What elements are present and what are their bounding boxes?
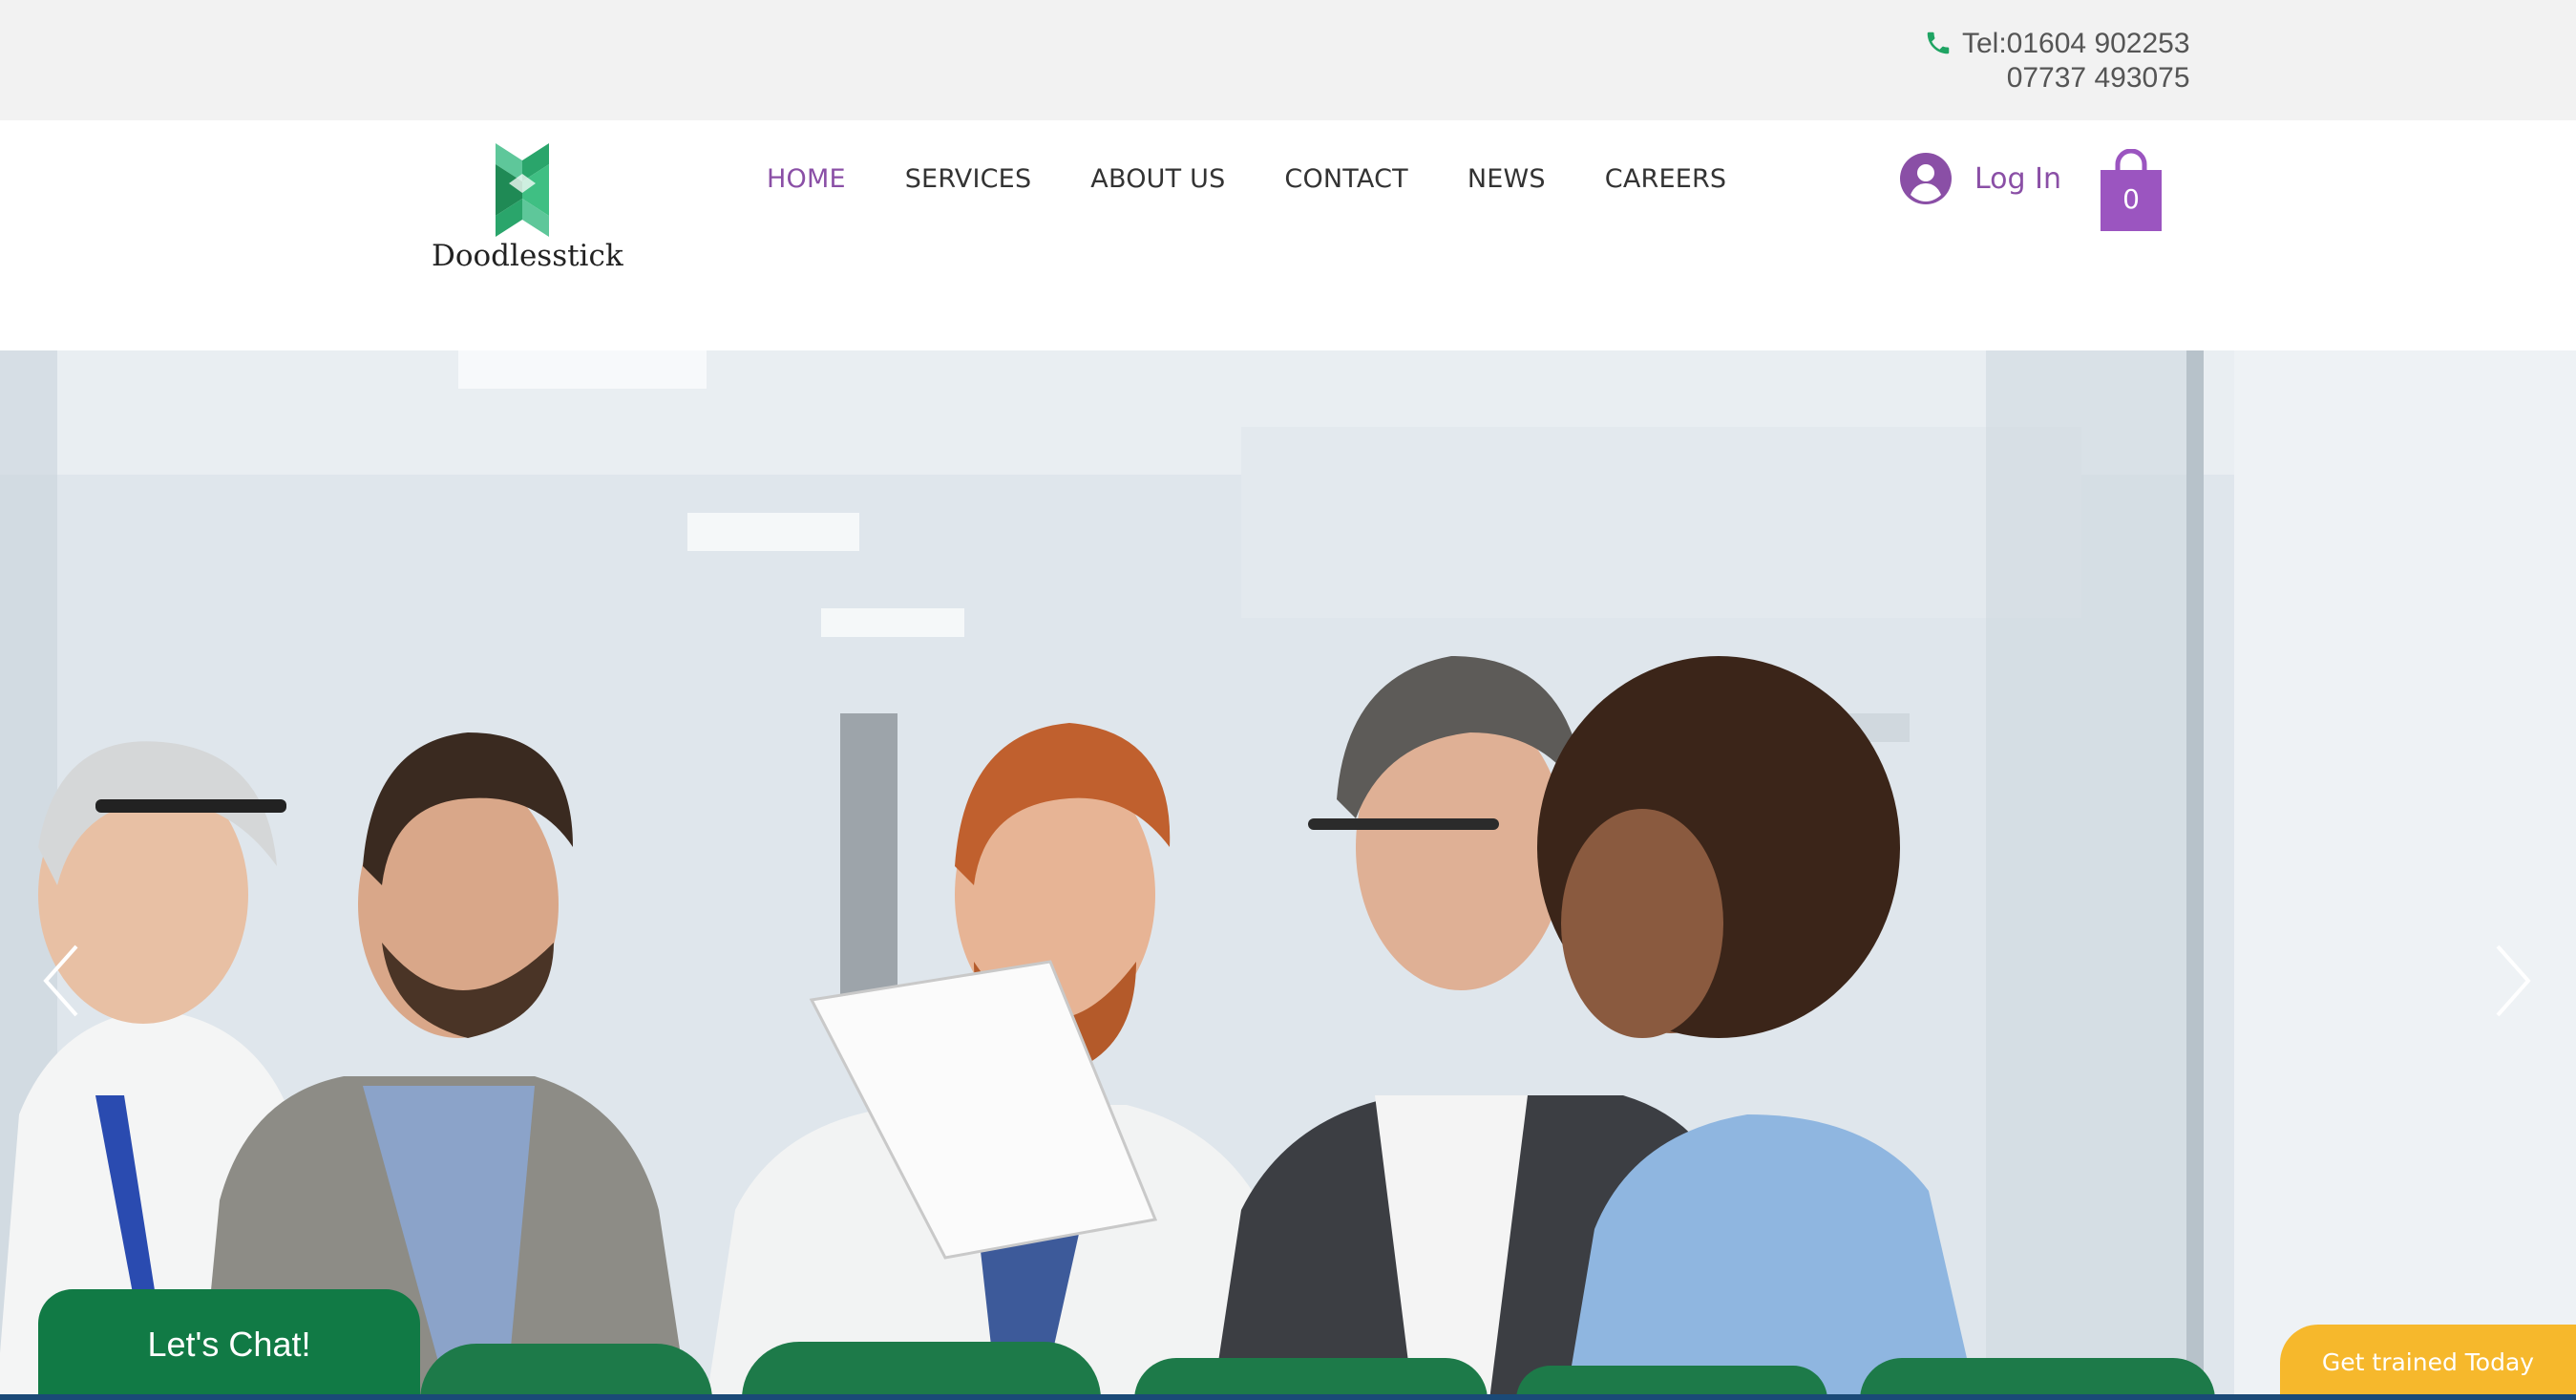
phone-mobile[interactable]: 07737 493075 bbox=[1962, 61, 2190, 95]
logo-text: Doodlesstick bbox=[432, 239, 623, 273]
cart-count: 0 bbox=[2122, 183, 2140, 215]
phone-contact[interactable]: Tel:01604 902253 07737 493075 bbox=[1924, 27, 2190, 95]
logo-mark-icon bbox=[496, 143, 549, 237]
phone-icon bbox=[1927, 32, 1950, 54]
nav-services[interactable]: SERVICES bbox=[905, 164, 1032, 194]
service-tab-2[interactable] bbox=[742, 1342, 1101, 1400]
service-tab-1[interactable] bbox=[420, 1344, 712, 1400]
chevron-left-icon[interactable] bbox=[42, 943, 80, 1019]
bottom-divider bbox=[0, 1394, 2576, 1400]
nav-home[interactable]: HOME bbox=[767, 164, 846, 194]
lets-chat-button[interactable]: Let's Chat! bbox=[38, 1289, 420, 1400]
hero-slideshow bbox=[0, 350, 2576, 1400]
nav-careers[interactable]: CAREERS bbox=[1605, 164, 1727, 194]
cart-button[interactable]: 0 bbox=[2099, 148, 2164, 231]
phone-tel[interactable]: Tel:01604 902253 bbox=[1962, 27, 2190, 61]
hero-image bbox=[0, 350, 2576, 1400]
nav-contact[interactable]: CONTACT bbox=[1284, 164, 1407, 194]
top-contact-bar: Tel:01604 902253 07737 493075 bbox=[0, 0, 2576, 120]
main-nav: HOME SERVICES ABOUT US CONTACT NEWS CARE… bbox=[767, 164, 1785, 194]
login-button[interactable]: Log In bbox=[1900, 153, 2061, 204]
site-header bbox=[0, 120, 2576, 350]
user-avatar-icon bbox=[1900, 153, 1952, 204]
nav-news[interactable]: NEWS bbox=[1467, 164, 1546, 194]
login-label: Log In bbox=[1974, 161, 2061, 196]
get-trained-button[interactable]: Get trained Today bbox=[2280, 1325, 2576, 1400]
nav-about-us[interactable]: ABOUT US bbox=[1090, 164, 1225, 194]
chevron-right-icon[interactable] bbox=[2494, 943, 2532, 1019]
